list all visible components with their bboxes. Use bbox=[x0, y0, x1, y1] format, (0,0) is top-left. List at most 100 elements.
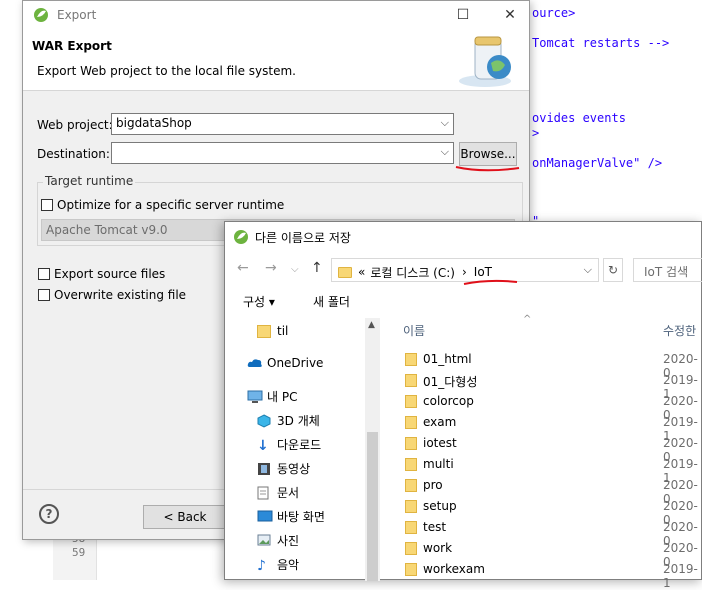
file-name: 01_다형성 bbox=[423, 375, 478, 389]
folder-icon bbox=[405, 500, 417, 513]
recent-chevron-icon[interactable]: ⌵ bbox=[291, 264, 299, 275]
dialog-title: Export bbox=[57, 8, 97, 22]
tree-item-documents[interactable]: 문서 bbox=[257, 484, 299, 501]
document-icon bbox=[257, 486, 271, 500]
checkbox-box[interactable] bbox=[38, 268, 50, 280]
banner-title: WAR Export bbox=[32, 39, 112, 53]
file-name: work bbox=[423, 541, 453, 555]
file-name: 01_html bbox=[423, 352, 472, 366]
computer-icon bbox=[247, 390, 263, 403]
optimize-label: Optimize for a specific server runtime bbox=[57, 198, 285, 212]
list-item[interactable]: workexam 2019-1 bbox=[381, 559, 702, 590]
folder-icon bbox=[405, 563, 417, 576]
maximize-icon[interactable]: ☐ bbox=[453, 5, 473, 25]
breadcrumb-local-disk[interactable]: 로컬 디스크 (C:) bbox=[370, 264, 455, 281]
folder-icon bbox=[405, 458, 417, 471]
code-line: ource> bbox=[532, 6, 576, 20]
tree-item-pictures[interactable]: 사진 bbox=[257, 532, 299, 549]
overwrite-checkbox[interactable]: Overwrite existing file bbox=[38, 288, 186, 302]
download-arrow-icon: ↓ bbox=[257, 438, 269, 454]
save-dialog-titlebar: 다른 이름으로 저장 bbox=[225, 222, 701, 252]
target-runtime-label: Target runtime bbox=[43, 174, 136, 188]
new-folder-button[interactable]: 새 폴더 bbox=[313, 293, 350, 310]
folder-icon bbox=[405, 416, 417, 429]
export-source-label: Export source files bbox=[54, 267, 166, 281]
tree-item-til[interactable]: til bbox=[257, 324, 288, 338]
tree-item-label: til bbox=[277, 324, 289, 338]
tree-scrollbar[interactable]: ▲ bbox=[365, 318, 380, 581]
web-project-value: bigdataShop bbox=[116, 116, 192, 130]
file-list: ^ 이름 수정한 01_html 2020-0 01_다형성 2019-1 colorc… bbox=[381, 314, 702, 590]
navigation-bar: ← → ⌵ ↑ « 로컬 디스크 (C:) › IoT ⌵ ↻ IoT 검색 bbox=[225, 256, 702, 285]
destination-combo[interactable]: ⌵ bbox=[111, 142, 454, 164]
film-icon bbox=[257, 462, 271, 475]
tree-item-onedrive[interactable]: OneDrive bbox=[247, 356, 323, 370]
code-line: ovides events bbox=[532, 111, 626, 125]
code-line: onManagerValve" /> bbox=[532, 156, 663, 170]
forward-arrow-icon[interactable]: → bbox=[265, 260, 277, 276]
cloud-icon bbox=[247, 357, 262, 370]
scrollbar-thumb[interactable] bbox=[367, 432, 378, 581]
list-item[interactable]: colorcop 2020-0 bbox=[381, 391, 702, 422]
back-arrow-icon[interactable]: ← bbox=[237, 260, 249, 276]
file-name: setup bbox=[423, 499, 457, 513]
list-item[interactable]: test 2020-0 bbox=[381, 517, 702, 548]
destination-label: Destination: bbox=[37, 147, 110, 161]
tree-item-this-pc[interactable]: 내 PC bbox=[247, 388, 297, 405]
column-header-modified[interactable]: 수정한 bbox=[663, 322, 696, 339]
list-item[interactable]: exam 2019-1 bbox=[381, 412, 702, 443]
checkbox-box[interactable] bbox=[38, 289, 50, 301]
web-project-combo[interactable]: bigdataShop ⌵ bbox=[111, 113, 454, 135]
list-item[interactable]: iotest 2020-0 bbox=[381, 433, 702, 464]
organize-button[interactable]: 구성 ▾ bbox=[243, 293, 275, 310]
tree-item-videos[interactable]: 동영상 bbox=[257, 460, 310, 477]
column-header-name[interactable]: 이름 bbox=[403, 322, 425, 339]
up-arrow-icon[interactable]: ↑ bbox=[311, 260, 323, 276]
banner-description: Export Web project to the local file sys… bbox=[37, 64, 296, 78]
tree-item-downloads[interactable]: ↓ 다운로드 bbox=[257, 436, 321, 454]
wizard-banner: WAR Export Export Web project to the loc… bbox=[23, 29, 529, 91]
eclipse-spring-icon bbox=[34, 8, 48, 22]
line-number: 59 bbox=[72, 546, 86, 559]
tree-item-label: 사진 bbox=[277, 534, 300, 548]
chevron-down-icon[interactable]: ⌵ bbox=[584, 263, 592, 277]
cube-3d-icon bbox=[257, 414, 271, 428]
file-name: test bbox=[423, 520, 447, 534]
address-prefix: « bbox=[358, 265, 366, 279]
code-line: Tomcat restarts --> bbox=[532, 36, 670, 50]
checkbox-box[interactable] bbox=[41, 199, 53, 211]
tree-item-desktop[interactable]: 바탕 화면 bbox=[257, 508, 325, 525]
folder-icon bbox=[257, 324, 271, 338]
back-button[interactable]: < Back bbox=[143, 505, 227, 529]
chevron-down-icon: ⌵ bbox=[440, 145, 449, 158]
tree-item-label: 내 PC bbox=[267, 390, 298, 404]
close-icon[interactable]: ✕ bbox=[500, 5, 520, 25]
file-name: exam bbox=[423, 415, 457, 429]
war-jar-globe-icon bbox=[459, 36, 511, 87]
folder-icon bbox=[405, 479, 417, 492]
search-input[interactable]: IoT 검색 bbox=[633, 258, 702, 282]
tree-item-music[interactable]: ♪ 음악 bbox=[257, 556, 299, 574]
eclipse-spring-icon bbox=[234, 230, 248, 244]
breadcrumb-iot[interactable]: IoT bbox=[474, 265, 492, 279]
optimize-checkbox[interactable]: Optimize for a specific server runtime bbox=[41, 198, 284, 212]
refresh-icon[interactable]: ↻ bbox=[603, 258, 623, 282]
tree-item-3d-objects[interactable]: 3D 개체 bbox=[257, 412, 320, 429]
list-item[interactable]: pro 2020-0 bbox=[381, 475, 702, 506]
file-name: iotest bbox=[423, 436, 457, 450]
navigation-tree: til OneDrive 내 PC 3D 개체 ↓ 다운로드 동영상 문서 바탕 bbox=[225, 318, 381, 581]
folder-icon bbox=[405, 437, 417, 450]
save-as-dialog: 다른 이름으로 저장 ← → ⌵ ↑ « 로컬 디스크 (C:) › IoT ⌵… bbox=[224, 221, 702, 590]
red-annotation-underline bbox=[455, 166, 520, 172]
list-item[interactable]: setup 2020-0 bbox=[381, 496, 702, 527]
tree-item-label: 동영상 bbox=[277, 462, 311, 476]
export-source-checkbox[interactable]: Export source files bbox=[38, 267, 165, 281]
help-icon[interactable]: ? bbox=[39, 504, 59, 524]
scroll-up-icon[interactable]: ▲ bbox=[368, 320, 375, 330]
list-item[interactable]: 01_html 2020-0 bbox=[381, 349, 702, 380]
list-item[interactable]: work 2020-0 bbox=[381, 538, 702, 569]
file-name: colorcop bbox=[423, 394, 474, 408]
list-item[interactable]: 01_다형성 2019-1 bbox=[381, 370, 702, 401]
web-project-label: Web project: bbox=[37, 118, 113, 132]
list-item[interactable]: multi 2019-1 bbox=[381, 454, 702, 485]
